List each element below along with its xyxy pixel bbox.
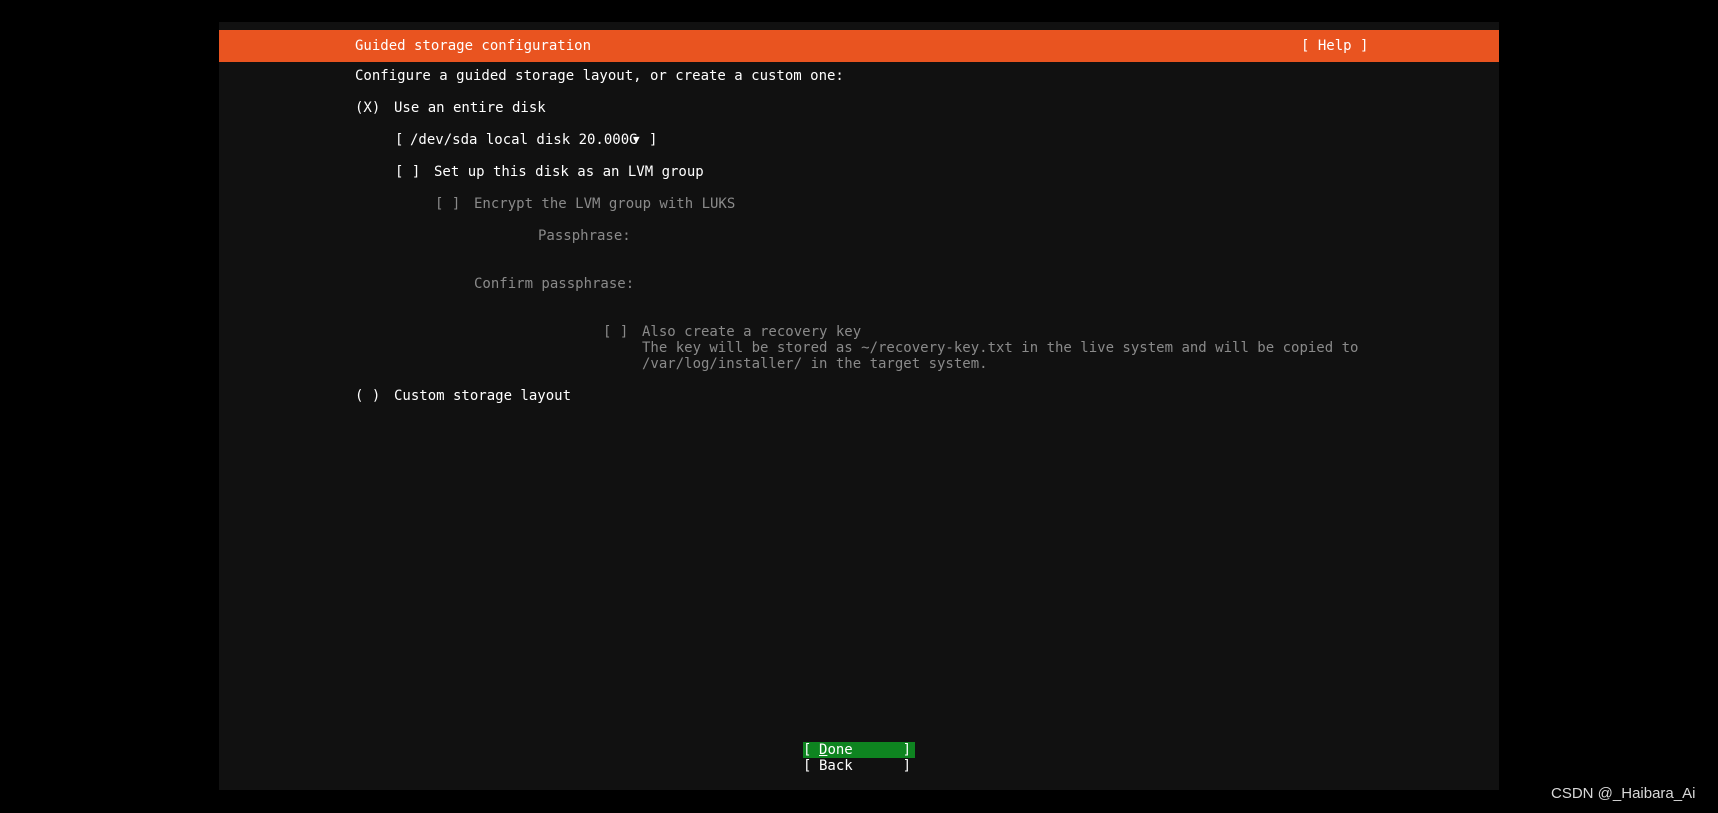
- back-close-bracket: ]: [902, 758, 911, 774]
- use-entire-disk-label[interactable]: Use an entire disk: [394, 100, 546, 116]
- use-entire-disk-radio[interactable]: (X): [355, 100, 380, 116]
- disk-select-close-bracket: ]: [649, 132, 658, 148]
- custom-layout-label[interactable]: Custom storage layout: [394, 388, 571, 404]
- done-button[interactable]: [ Done ]: [803, 742, 915, 758]
- help-button[interactable]: [ Help ]: [1301, 38, 1368, 54]
- confirm-passphrase-label: Confirm passphrase:: [474, 276, 635, 292]
- intro-text: Configure a guided storage layout, or cr…: [355, 68, 844, 84]
- custom-layout-radio[interactable]: ( ): [355, 388, 380, 404]
- encrypt-checkbox-label: Encrypt the LVM group with LUKS: [474, 196, 736, 212]
- page-title: Guided storage configuration: [355, 38, 592, 54]
- done-label[interactable]: Done: [819, 742, 853, 758]
- passphrase-label: Passphrase:: [538, 228, 631, 244]
- done-open-bracket: [: [803, 742, 812, 758]
- done-close-bracket: ]: [902, 742, 911, 758]
- recovery-key-help-line1: The key will be stored as ~/recovery-key…: [642, 340, 1359, 356]
- lvm-checkbox[interactable]: [ ]: [395, 164, 420, 180]
- recovery-key-label: Also create a recovery key: [642, 324, 862, 340]
- done-label-rest: one: [827, 742, 853, 758]
- lvm-checkbox-label[interactable]: Set up this disk as an LVM group: [434, 164, 704, 180]
- recovery-key-checkbox: [ ]: [603, 324, 629, 340]
- chevron-down-icon[interactable]: ▼: [633, 132, 640, 148]
- disk-select-open-bracket: [: [395, 132, 404, 148]
- watermark: CSDN @_Haibara_Ai: [1551, 785, 1696, 802]
- recovery-key-help-line2: /var/log/installer/ in the target system…: [642, 356, 988, 372]
- disk-select-value[interactable]: /dev/sda local disk 20.000G: [410, 132, 638, 148]
- back-button[interactable]: [ Back ]: [803, 758, 915, 774]
- back-open-bracket: [: [803, 758, 812, 774]
- back-label[interactable]: Back: [819, 758, 853, 774]
- installer-screen: Guided storage configuration [ Help ] Co…: [219, 22, 1499, 790]
- encrypt-checkbox: [ ]: [435, 196, 461, 212]
